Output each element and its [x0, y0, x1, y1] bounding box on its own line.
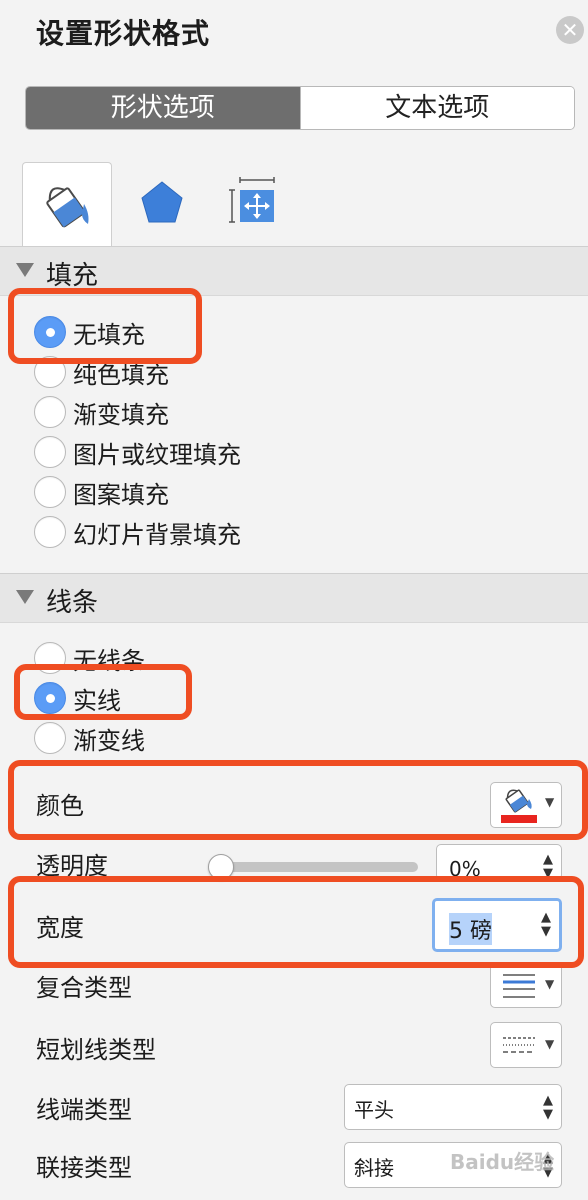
cap-type-value: 平头 [354, 1098, 394, 1122]
radio-button[interactable] [34, 396, 66, 428]
fill-option-picture[interactable]: 图片或纹理填充 [34, 434, 241, 470]
options-segmented-control: 形状选项 文本选项 [25, 86, 575, 130]
line-section-header[interactable]: 线条 [0, 573, 588, 623]
highlight-no-fill [8, 288, 202, 364]
option-label: 渐变线 [73, 726, 145, 755]
fill-option-gradient[interactable]: 渐变填充 [34, 394, 169, 430]
fill-option-pattern[interactable]: 图案填充 [34, 474, 169, 510]
shape-options-tab[interactable]: 形状选项 [26, 87, 300, 129]
dash-lines-icon [503, 1037, 535, 1053]
dropdown-arrow-icon: ▼ [545, 1037, 555, 1051]
line-section-label: 线条 [46, 588, 99, 618]
fill-section-label: 填充 [46, 261, 99, 291]
select-arrows-icon: ▲ ▼ [543, 1093, 553, 1122]
panel-title: 设置形状格式 [36, 17, 211, 50]
compound-type-button[interactable]: ▼ [490, 962, 562, 1008]
radio-button[interactable] [34, 722, 66, 754]
dropdown-arrow-icon: ▼ [545, 977, 555, 991]
highlight-width-row [8, 876, 584, 968]
close-button[interactable]: ✕ [556, 16, 584, 44]
radio-button[interactable] [34, 516, 66, 548]
dash-type-button[interactable]: ▼ [490, 1022, 562, 1068]
compound-type-label: 复合类型 [36, 974, 132, 1002]
dash-type-label: 短划线类型 [36, 1036, 156, 1064]
highlight-solid-line [14, 664, 192, 720]
radio-button[interactable] [34, 476, 66, 508]
text-options-tab[interactable]: 文本选项 [299, 87, 574, 129]
collapse-triangle-icon[interactable] [16, 263, 34, 277]
highlight-color-row [8, 760, 588, 840]
join-type-label: 联接类型 [36, 1154, 132, 1182]
option-label: 图片或纹理填充 [73, 440, 241, 469]
watermark: Baidu经验 [450, 1150, 555, 1174]
option-label: 幻灯片背景填充 [73, 520, 241, 549]
option-label: 渐变填充 [73, 400, 169, 429]
pentagon-icon[interactable] [132, 174, 192, 234]
cap-type-label: 线端类型 [36, 1096, 132, 1124]
size-position-icon[interactable] [222, 172, 282, 232]
collapse-triangle-icon[interactable] [16, 590, 34, 604]
paint-bucket-icon[interactable] [38, 174, 98, 234]
option-label: 图案填充 [73, 480, 169, 509]
compound-lines-icon [503, 974, 535, 998]
cap-type-select[interactable]: 平头 ▲ ▼ [344, 1084, 562, 1130]
fill-option-slide-background[interactable]: 幻灯片背景填充 [34, 514, 241, 550]
transparency-field[interactable]: 0% ▲ ▼ [436, 844, 562, 881]
radio-button[interactable] [34, 436, 66, 468]
join-type-value: 斜接 [354, 1156, 394, 1180]
transparency-slider-track[interactable] [216, 862, 418, 872]
line-option-gradient[interactable]: 渐变线 [34, 720, 145, 756]
